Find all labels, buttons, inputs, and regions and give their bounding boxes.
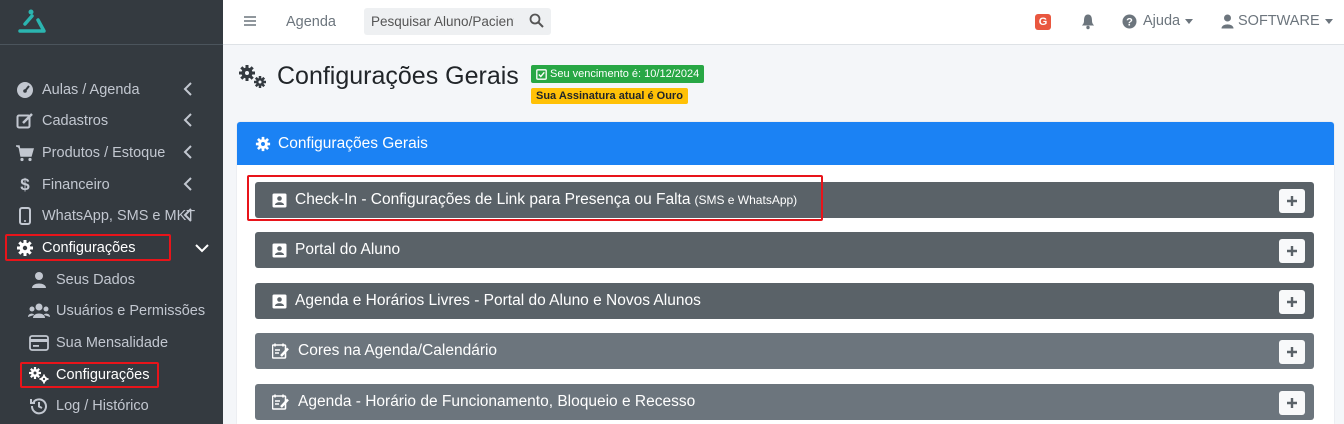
accordion-label: Agenda - Horário de Funcionamento, Bloqu…: [298, 393, 696, 410]
users-icon: [28, 301, 50, 321]
accordion-horario-funcionamento[interactable]: Agenda - Horário de Funcionamento, Bloqu…: [255, 384, 1314, 420]
sidebar-item-label: Configurações: [42, 240, 136, 256]
chevron-left-icon: [183, 113, 192, 127]
expiry-badge: Seu vencimento é: 10/12/2024: [531, 65, 705, 83]
expand-button[interactable]: [1279, 340, 1305, 364]
question-circle-icon: ?: [1122, 14, 1137, 28]
g-badge[interactable]: G: [1035, 14, 1051, 30]
nav-link-agenda[interactable]: Agenda: [286, 14, 336, 30]
gears-icon: [239, 64, 266, 88]
sidebar: Aulas / Agenda Cadastros Produtos / Esto…: [0, 0, 223, 424]
user-icon: [28, 270, 50, 290]
expand-button[interactable]: [1279, 290, 1305, 314]
help-dropdown[interactable]: ? Ajuda: [1122, 13, 1194, 29]
sidebar-item-configuracoes[interactable]: Configurações: [0, 234, 223, 262]
sidebar-item-whatsapp-sms-mkt[interactable]: WhatsApp, SMS e MKT: [0, 202, 223, 230]
sidebar-item-label: Sua Mensalidade: [56, 335, 169, 351]
tachometer-icon: [14, 80, 36, 100]
sidebar-item-cadastros[interactable]: Cadastros: [0, 107, 223, 135]
gear-icon: [14, 238, 36, 258]
history-icon: [28, 396, 50, 416]
chevron-left-icon: [183, 208, 192, 222]
accordion-label: Cores na Agenda/Calendário: [298, 342, 498, 359]
user-label: SOFTWARE: [1238, 13, 1320, 29]
bell-icon[interactable]: [1080, 13, 1096, 30]
sidebar-item-aulas-agenda[interactable]: Aulas / Agenda: [0, 76, 223, 104]
sidebar-subitem-seus-dados[interactable]: Seus Dados: [0, 266, 223, 294]
expand-button[interactable]: [1279, 239, 1305, 263]
plus-icon: [1287, 196, 1297, 206]
logo-icon: [18, 9, 46, 33]
id-card-icon: [272, 294, 287, 309]
page-header: Configurações Gerais: [237, 62, 519, 91]
accordion-portal-aluno[interactable]: Portal do Aluno: [255, 232, 1314, 268]
user-icon: [1221, 14, 1234, 28]
plus-icon: [1287, 398, 1297, 408]
expiry-text: Seu vencimento é: 10/12/2024: [550, 68, 700, 80]
expand-button[interactable]: [1279, 391, 1305, 415]
id-card-icon: [272, 193, 287, 208]
chevron-left-icon: [183, 82, 192, 96]
sidebar-subitem-configuracoes[interactable]: Configurações: [0, 361, 223, 389]
card-icon: [28, 333, 50, 353]
expand-button[interactable]: [1279, 189, 1305, 213]
sidebar-item-label: Cadastros: [42, 113, 109, 129]
sidebar-subitem-log-historico[interactable]: Log / Histórico: [0, 392, 223, 420]
gears-icon: [28, 365, 50, 385]
plus-icon: [1287, 297, 1297, 307]
search-box: [364, 8, 551, 35]
sidebar-item-label: Configurações: [56, 367, 150, 383]
accordion-checkin[interactable]: Check-In - Configurações de Link para Pr…: [255, 182, 1314, 218]
plus-icon: [1287, 246, 1297, 256]
menu-icon[interactable]: [243, 14, 257, 28]
caret-down-icon: [1185, 18, 1194, 24]
brand[interactable]: [0, 0, 223, 45]
accordion-note: (SMS e WhatsApp): [694, 193, 798, 207]
user-dropdown[interactable]: SOFTWARE: [1221, 13, 1333, 29]
cart-icon: [14, 143, 36, 163]
id-card-icon: [272, 243, 287, 258]
svg-text:?: ?: [1126, 16, 1133, 28]
accordion-label: Portal do Aluno: [295, 241, 401, 258]
mobile-icon: [14, 206, 36, 226]
page-title: Configurações Gerais: [277, 62, 519, 90]
dollar-icon: $: [20, 175, 30, 194]
sidebar-subitem-sua-mensalidade[interactable]: Sua Mensalidade: [0, 329, 223, 357]
sidebar-item-produtos-estoque[interactable]: Produtos / Estoque: [0, 139, 223, 167]
sidebar-item-label: Aulas / Agenda: [42, 82, 140, 98]
sidebar-item-label: Produtos / Estoque: [42, 145, 166, 161]
sidebar-item-label: Seus Dados: [56, 272, 135, 288]
sidebar-item-label: Usuários e Permissões: [56, 303, 206, 319]
top-navbar: Agenda G ? Ajuda SOFTWARE: [223, 0, 1344, 45]
accordion-label: Check-In - Configurações de Link para Pr…: [295, 191, 691, 208]
card-header: Configurações Gerais: [237, 122, 1334, 165]
calendar-edit-icon: [272, 394, 290, 410]
plus-icon: [1287, 347, 1297, 357]
caret-down-icon: [1324, 18, 1333, 24]
accordion-agenda-horarios-livres[interactable]: Agenda e Horários Livres - Portal do Alu…: [255, 283, 1314, 319]
check-square-icon: [536, 68, 547, 80]
sidebar-item-label: WhatsApp, SMS e MKT: [42, 208, 196, 224]
edit-icon: [14, 111, 36, 131]
accordion-cores-agenda[interactable]: Cores na Agenda/Calendário: [255, 333, 1314, 369]
chevron-left-icon: [183, 177, 192, 191]
accordion-label: Agenda e Horários Livres - Portal do Alu…: [295, 292, 701, 309]
sidebar-item-label: Log / Histórico: [56, 398, 149, 414]
chevron-left-icon: [183, 145, 192, 159]
search-input[interactable]: [364, 8, 514, 35]
sidebar-subitem-usuarios-permissoes[interactable]: Usuários e Permissões: [0, 297, 223, 325]
search-icon[interactable]: [529, 13, 544, 28]
calendar-edit-icon: [272, 343, 290, 359]
card-title: Configurações Gerais: [278, 134, 428, 152]
chevron-down-icon: [195, 244, 209, 253]
help-label: Ajuda: [1143, 13, 1181, 29]
settings-card: Configurações Gerais Check-In - Configur…: [237, 122, 1334, 424]
plan-badge: Sua Assinatura atual é Ouro: [531, 88, 688, 104]
sidebar-item-financeiro[interactable]: $ Financeiro: [0, 171, 223, 199]
gear-icon: [255, 136, 271, 151]
sidebar-item-label: Financeiro: [42, 177, 110, 193]
